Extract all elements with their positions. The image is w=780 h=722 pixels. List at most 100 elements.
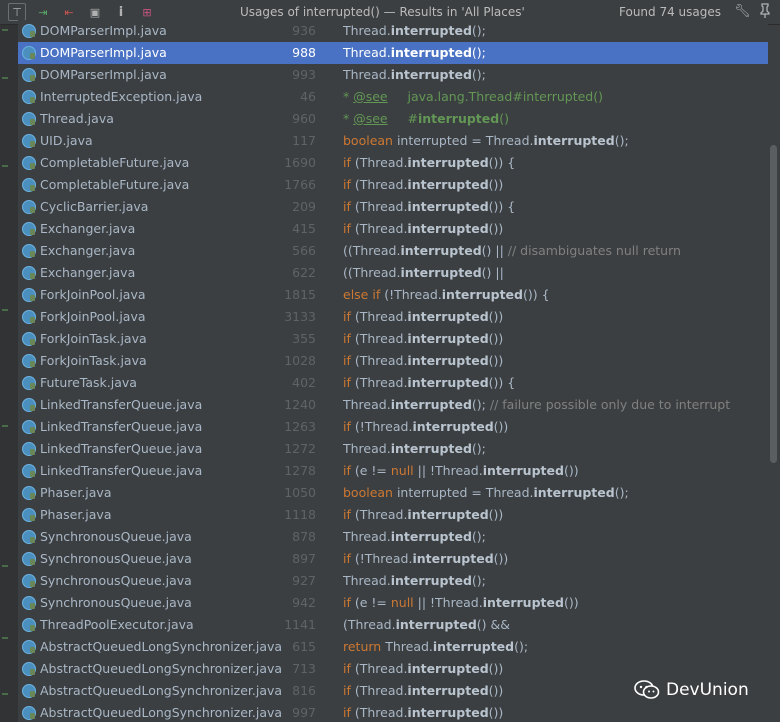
code-token: (); [614, 133, 629, 148]
usage-row[interactable]: Thread.java 960 * @see #interrupted() [18, 108, 768, 130]
code-token: ()) [493, 419, 509, 434]
java-class-icon [22, 684, 36, 698]
usage-row[interactable]: ForkJoinTask.java 1028 if (Thread.interrup… [18, 350, 768, 372]
code-token: interrupted [533, 485, 615, 500]
jump-in-icon[interactable]: ⇥ [34, 3, 52, 21]
code-token: interrupted = Thread. [396, 485, 534, 500]
code-token: ()) [563, 463, 579, 478]
line-number: 402 [292, 375, 316, 390]
code-token: if [343, 507, 355, 522]
usage-row[interactable]: SynchronousQueue.java 897 if (!Thread.inte… [18, 548, 768, 570]
folder-icon[interactable]: ▣ [86, 3, 104, 21]
code-snippet: if (Thread.interrupted()) [343, 221, 503, 236]
code-token: interrupted [400, 243, 482, 258]
usage-row[interactable]: Exchanger.java 415 if (Thread.interrupted(… [18, 218, 768, 240]
code-token: interrupted [407, 155, 489, 170]
usage-row[interactable]: Exchanger.java 566 ((Thread.interrupted() … [18, 240, 768, 262]
pin-icon[interactable] [758, 3, 772, 19]
usage-row[interactable]: LinkedTransferQueue.java 1240 Thread.inter… [18, 394, 768, 416]
usage-row[interactable]: ForkJoinTask.java 355 if (Thread.interrupt… [18, 328, 768, 350]
code-token: (Thread. [354, 353, 408, 368]
usage-row[interactable]: ForkJoinPool.java 3133 if (Thread.interrup… [18, 306, 768, 328]
code-token: if [343, 155, 355, 170]
usage-row[interactable]: LinkedTransferQueue.java 1278 if (e != nul… [18, 460, 768, 482]
code-token: (); [471, 573, 486, 588]
wechat-icon [634, 680, 660, 699]
usage-row[interactable]: CompletableFuture.java 1690 if (Thread.int… [18, 152, 768, 174]
code-snippet: if (!Thread.interrupted()) [343, 551, 508, 566]
usage-row[interactable]: DOMParserImpl.java 988 Thread.interrupted(… [18, 42, 768, 64]
code-token: () && [476, 617, 511, 632]
line-number: 816 [292, 683, 316, 698]
code-token: () [499, 111, 509, 126]
line-number: 117 [292, 133, 316, 148]
code-token: ()) [488, 177, 504, 192]
code-token: () || [481, 265, 504, 280]
java-class-icon [22, 178, 36, 192]
code-token: // disambiguates null return [507, 243, 681, 258]
code-snippet: * @see #interrupted() [343, 111, 509, 126]
java-class-icon [22, 332, 36, 346]
code-snippet: if (Thread.interrupted()) { [343, 199, 515, 214]
java-class-icon [22, 552, 36, 566]
info-icon[interactable]: i [112, 3, 130, 21]
usage-row[interactable]: SynchronousQueue.java 942 if (e != null ||… [18, 592, 768, 614]
code-snippet: if (Thread.interrupted()) [343, 177, 503, 192]
usages-count: Found 74 usages [619, 5, 722, 19]
usage-row[interactable]: InterruptedException.java 46 * @see java.l… [18, 86, 768, 108]
code-token: boolean [343, 133, 397, 148]
code-token: interrupted [390, 573, 472, 588]
usage-row[interactable]: AbstractQueuedLongSynchronizer.java 997 if… [18, 702, 768, 722]
gutter-mark [2, 565, 8, 567]
usage-row[interactable]: UID.java 117 boolean interrupted = Thread.… [18, 130, 768, 152]
usage-row[interactable]: FutureTask.java 402 if (Thread.interrupted… [18, 372, 768, 394]
usage-row[interactable]: DOMParserImpl.java 993 Thread.interrupted(… [18, 64, 768, 86]
usage-row[interactable]: LinkedTransferQueue.java 1263 if (!Thread.… [18, 416, 768, 438]
usage-row[interactable]: Phaser.java 1050 boolean interrupted = Thr… [18, 482, 768, 504]
usage-row[interactable]: ForkJoinPool.java 1815 else if (!Thread.in… [18, 284, 768, 306]
merge-icon[interactable]: ⊤ [8, 3, 26, 21]
code-token: // failure possible only due to interrup… [489, 397, 731, 412]
java-class-icon [22, 266, 36, 280]
java-class-icon [22, 508, 36, 522]
usage-row[interactable]: CyclicBarrier.java 209 if (Thread.interrup… [18, 196, 768, 218]
code-snippet: * @see java.lang.Thread#interrupted() [343, 89, 603, 104]
usage-row[interactable]: DOMParserImpl.java 936 Thread.interrupted(… [18, 20, 768, 42]
code-token: (Thread. [343, 617, 396, 632]
java-class-icon [22, 398, 36, 412]
code-token: ()) [488, 683, 504, 698]
code-token: interrupted [407, 705, 489, 720]
java-class-icon [22, 200, 36, 214]
java-class-icon [22, 662, 36, 676]
code-token: ((Thread. [343, 243, 401, 258]
code-token: (); [471, 529, 486, 544]
file-name: Exchanger.java [40, 243, 136, 258]
usage-row[interactable]: Phaser.java 1118 if (Thread.interrupted()) [18, 504, 768, 526]
code-token: interrupted [407, 683, 489, 698]
line-number: 3133 [284, 309, 316, 324]
scrollbar-thumb[interactable] [770, 145, 777, 463]
java-class-icon [22, 134, 36, 148]
usage-row[interactable]: ThreadPoolExecutor.java 1141 (Thread.inter… [18, 614, 768, 636]
code-token: ()) { [522, 287, 550, 302]
line-number: 927 [292, 573, 316, 588]
line-number: 713 [292, 661, 316, 676]
code-token: (!Thread. [354, 551, 413, 566]
java-class-icon [22, 112, 36, 126]
jump-out-icon[interactable]: ⇤ [60, 3, 78, 21]
line-number: 415 [292, 221, 316, 236]
gutter-mark [2, 77, 8, 79]
code-snippet: boolean interrupted = Thread.interrupted… [343, 485, 629, 500]
usage-row[interactable]: SynchronousQueue.java 927 Thread.interrupt… [18, 570, 768, 592]
usage-row[interactable]: CompletableFuture.java 1766 if (Thread.int… [18, 174, 768, 196]
expand-icon[interactable]: ⊞ [138, 3, 156, 21]
code-token: ()) [488, 331, 504, 346]
usage-row[interactable]: AbstractQueuedLongSynchronizer.java 615 re… [18, 636, 768, 658]
vertical-scrollbar[interactable] [768, 25, 780, 722]
usage-row[interactable]: Exchanger.java 622 ((Thread.interrupted() … [18, 262, 768, 284]
usage-row[interactable]: SynchronousQueue.java 878 Thread.interrupt… [18, 526, 768, 548]
usage-row[interactable]: LinkedTransferQueue.java 1272 Thread.inter… [18, 438, 768, 460]
wrench-icon[interactable]: 🔧︎ [734, 4, 751, 19]
file-name: DOMParserImpl.java [40, 23, 167, 38]
code-token: if [343, 419, 355, 434]
